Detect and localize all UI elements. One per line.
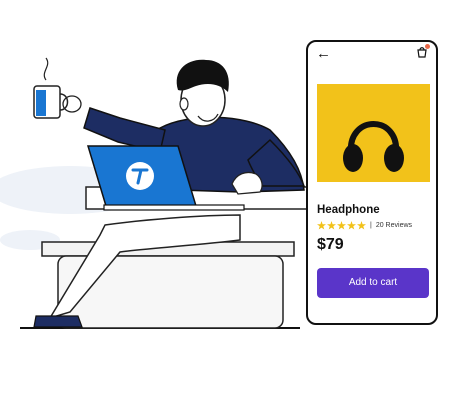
phone-mockup: ← Headphone | 20 Reviews $79 Add to cart [306,40,438,325]
steam [43,57,49,81]
star-icon [327,221,336,230]
star-rating [317,221,367,230]
phone-header: ← [308,42,436,68]
rating-separator: | [370,222,372,229]
star-icon [337,221,346,230]
cart-badge-dot [425,44,430,49]
ear [179,97,189,111]
add-to-cart-button[interactable]: Add to cart [317,268,429,298]
product-image [317,84,430,182]
star-icon [357,221,366,230]
back-arrow-icon[interactable]: ← [316,46,331,61]
review-count: 20 Reviews [375,222,413,229]
product-price: $79 [317,236,344,253]
shoe [33,315,83,328]
mug-stripe [36,90,46,116]
star-icon [317,221,326,230]
rating-row: | 20 Reviews [317,221,412,230]
star-icon [347,221,356,230]
headphones-icon [343,121,404,172]
hand-with-mug [62,95,82,113]
laptop-base [103,204,245,211]
product-title: Headphone [317,204,380,216]
